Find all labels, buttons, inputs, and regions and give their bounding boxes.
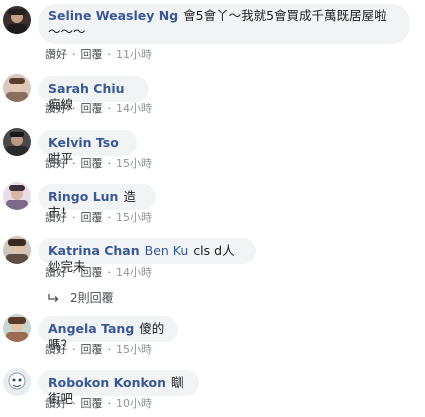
comment-bubble: Ringo Lun 造市！ <box>38 184 156 220</box>
reply-button[interactable]: 回覆 <box>81 157 103 170</box>
separator: · <box>107 157 112 170</box>
comment-bubble: Angela Tang 傻的嗎？ <box>38 316 178 352</box>
reply-button[interactable]: 回覆 <box>81 266 103 279</box>
comment-actions: 讚好 · 回覆 · 14小時 <box>45 102 152 116</box>
view-replies-link[interactable]: 2則回覆 <box>48 290 114 307</box>
like-button[interactable]: 讚好 <box>45 211 67 224</box>
separator: · <box>72 266 76 279</box>
separator: · <box>72 397 76 410</box>
separator: · <box>107 102 112 115</box>
comment-author-link[interactable]: Ringo Lun <box>48 189 118 204</box>
comment-timestamp[interactable]: 14小時 <box>116 266 152 279</box>
reply-arrow-icon <box>48 291 62 307</box>
like-button[interactable]: 讚好 <box>45 102 67 115</box>
like-button[interactable]: 讚好 <box>45 397 67 410</box>
reply-button[interactable]: 回覆 <box>81 48 103 61</box>
avatar[interactable] <box>3 236 31 264</box>
separator: · <box>72 102 76 115</box>
separator: · <box>107 48 112 61</box>
like-button[interactable]: 讚好 <box>45 157 67 170</box>
comment-bubble: Katrina Chan Ben Ku cls d人炒完未 <box>38 238 256 274</box>
comment-bubble: Seline Weasley Ng 會5會丫～我就5會買成千萬既居屋啦～～～ <box>38 4 410 44</box>
avatar[interactable] <box>3 314 31 342</box>
comment-actions: 讚好 · 回覆 · 15小時 <box>45 157 152 171</box>
comment-timestamp[interactable]: 10小時 <box>116 397 152 410</box>
like-button[interactable]: 讚好 <box>45 266 67 279</box>
separator: · <box>72 157 76 170</box>
comment-author-link[interactable]: Angela Tang <box>48 321 134 336</box>
avatar[interactable] <box>3 6 31 34</box>
comment-author-link[interactable]: Katrina Chan <box>48 243 140 258</box>
comment-actions: 讚好 · 回覆 · 15小時 <box>45 211 152 225</box>
comment-timestamp[interactable]: 15小時 <box>116 211 152 224</box>
comment-timestamp[interactable]: 15小時 <box>116 157 152 170</box>
comment-author-link[interactable]: Sarah Chiu <box>48 81 125 96</box>
comment-actions: 讚好 · 回覆 · 10小時 <box>45 397 152 411</box>
like-button[interactable]: 讚好 <box>45 343 67 356</box>
comment-author-link[interactable]: Seline Weasley Ng <box>48 8 178 23</box>
comment-actions: 讚好 · 回覆 · 11小時 <box>45 48 152 62</box>
separator: · <box>107 343 112 356</box>
mention-link[interactable]: Ben Ku <box>145 243 189 258</box>
comment-bubble: Kelvin Tso咁平 <box>38 130 137 166</box>
separator: · <box>72 211 76 224</box>
comment-timestamp[interactable]: 14小時 <box>116 102 152 115</box>
avatar[interactable] <box>3 182 31 210</box>
comment-actions: 讚好 · 回覆 · 14小時 <box>45 266 152 280</box>
comment-bubble: Sarah Chiu痴線 <box>38 76 149 112</box>
separator: · <box>72 343 76 356</box>
reply-button[interactable]: 回覆 <box>81 343 103 356</box>
reply-button[interactable]: 回覆 <box>81 102 103 115</box>
separator: · <box>107 397 112 410</box>
reply-button[interactable]: 回覆 <box>81 211 103 224</box>
reply-button[interactable]: 回覆 <box>81 397 103 410</box>
replies-count-label: 2則回覆 <box>70 291 114 305</box>
like-button[interactable]: 讚好 <box>45 48 67 61</box>
comment-author-link[interactable]: Robokon Konkon <box>48 375 166 390</box>
comment-timestamp[interactable]: 11小時 <box>116 48 152 61</box>
separator: · <box>72 48 76 61</box>
avatar[interactable] <box>3 128 31 156</box>
comment-timestamp[interactable]: 15小時 <box>116 343 152 356</box>
comment-actions: 讚好 · 回覆 · 15小時 <box>45 343 152 357</box>
separator: · <box>107 211 112 224</box>
avatar[interactable] <box>3 74 31 102</box>
comment-bubble: Robokon Konkon 瞓街吧 <box>38 370 199 406</box>
separator: · <box>107 266 112 279</box>
avatar[interactable] <box>3 368 31 396</box>
comment-author-link[interactable]: Kelvin Tso <box>48 135 119 150</box>
